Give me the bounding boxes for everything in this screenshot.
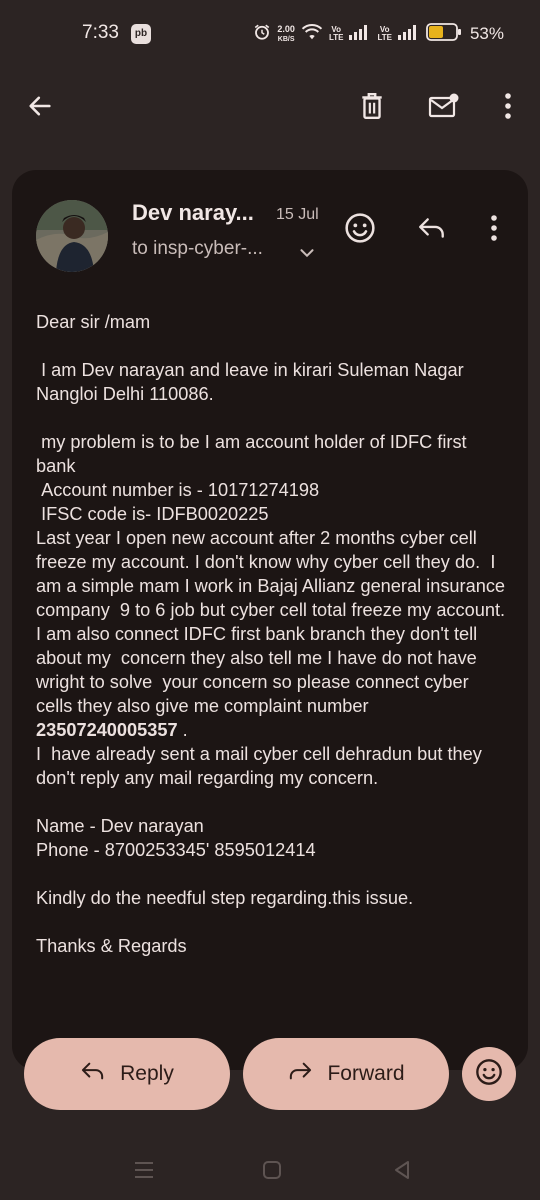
signature-name: Name - Dev narayan bbox=[36, 816, 204, 836]
volte-bottom-2: LTE bbox=[377, 33, 392, 42]
net-speed: 2.00 KB/S bbox=[277, 23, 295, 44]
top-app-bar bbox=[0, 66, 540, 146]
notification-badge: pb bbox=[131, 24, 151, 44]
signal-icon-2 bbox=[397, 24, 420, 45]
reply-button-label: Reply bbox=[120, 1062, 174, 1085]
body-line: I am Dev narayan and leave in kirari Sul… bbox=[36, 360, 469, 404]
home-icon[interactable] bbox=[258, 1156, 286, 1184]
concern-text: I am also connect IDFC first bank branch… bbox=[36, 624, 487, 716]
react-emoji-button[interactable] bbox=[462, 1047, 516, 1101]
body-line: IFSC code is- IDFB0020225 bbox=[36, 504, 269, 524]
body-line: Kindly do the needful step regarding.thi… bbox=[36, 888, 414, 908]
recipient-summary[interactable]: to insp-cyber-... bbox=[132, 238, 263, 260]
email-body: Dear sir /mam I am Dev narayan and leave… bbox=[36, 310, 506, 958]
recents-icon[interactable] bbox=[130, 1156, 158, 1184]
body-line: Last year I open new account after 2 mon… bbox=[36, 528, 511, 620]
net-speed-unit: KB/S bbox=[277, 35, 295, 43]
reply-button-icon bbox=[80, 1060, 106, 1088]
net-speed-value: 2.00 bbox=[277, 23, 295, 34]
volte-indicator-2: Vo LTE bbox=[377, 26, 392, 42]
alarm-icon bbox=[253, 23, 271, 46]
reply-button[interactable]: Reply bbox=[24, 1038, 230, 1110]
mail-unread-icon[interactable] bbox=[420, 82, 468, 130]
body-line: my problem is to be I am account holder … bbox=[36, 432, 472, 476]
forward-button-label: Forward bbox=[327, 1062, 405, 1085]
arrow-back-icon[interactable] bbox=[16, 82, 64, 130]
email-screen: 7:33 pb 2.00 KB/S Vo LTE Vo LTE 53% Dev … bbox=[0, 0, 540, 1200]
back-nav-icon[interactable] bbox=[388, 1156, 416, 1184]
body-line: Dear sir /mam bbox=[36, 312, 151, 332]
closing-line: Thanks & Regards bbox=[36, 936, 187, 956]
concern-suffix: . bbox=[177, 720, 188, 740]
emoji-icon bbox=[475, 1058, 503, 1091]
battery-icon bbox=[426, 22, 462, 46]
sender-avatar[interactable] bbox=[36, 200, 108, 272]
volte-indicator: Vo LTE bbox=[329, 26, 344, 42]
sender-name[interactable]: Dev naray... bbox=[132, 200, 254, 226]
email-date: 15 Jul bbox=[276, 206, 319, 223]
add-reaction-icon[interactable] bbox=[338, 206, 382, 250]
status-time: 7:33 bbox=[82, 22, 119, 43]
complaint-number[interactable]: 23507240005357 bbox=[36, 720, 178, 740]
forward-icon bbox=[287, 1060, 313, 1088]
delete-icon[interactable] bbox=[348, 82, 396, 130]
signature-phone[interactable]: Phone - 8700253345' 8595012414 bbox=[36, 838, 506, 862]
body-line: I have already sent a mail cyber cell de… bbox=[36, 744, 487, 788]
email-card: Dev naray... 15 Jul to insp-cyber-... De… bbox=[12, 170, 528, 1070]
signal-icon bbox=[349, 24, 371, 45]
reply-icon[interactable] bbox=[410, 206, 454, 250]
volte-bottom: LTE bbox=[328, 33, 344, 42]
more-vert-icon-message[interactable] bbox=[472, 206, 516, 250]
forward-button[interactable]: Forward bbox=[243, 1038, 449, 1110]
body-line-concern: I am also connect IDFC first bank branch… bbox=[36, 622, 506, 742]
status-bar: 7:33 pb 2.00 KB/S Vo LTE Vo LTE 53% bbox=[0, 0, 540, 66]
status-icons: 2.00 KB/S Vo LTE Vo LTE 53% bbox=[253, 20, 504, 48]
body-line: Account number is - 10171274198 bbox=[36, 480, 320, 500]
system-nav-bar bbox=[0, 1140, 540, 1200]
more-vert-icon[interactable] bbox=[484, 82, 532, 130]
battery-percent: 53% bbox=[469, 24, 504, 43]
chevron-down-icon[interactable] bbox=[296, 242, 318, 264]
wifi-icon bbox=[301, 23, 323, 46]
